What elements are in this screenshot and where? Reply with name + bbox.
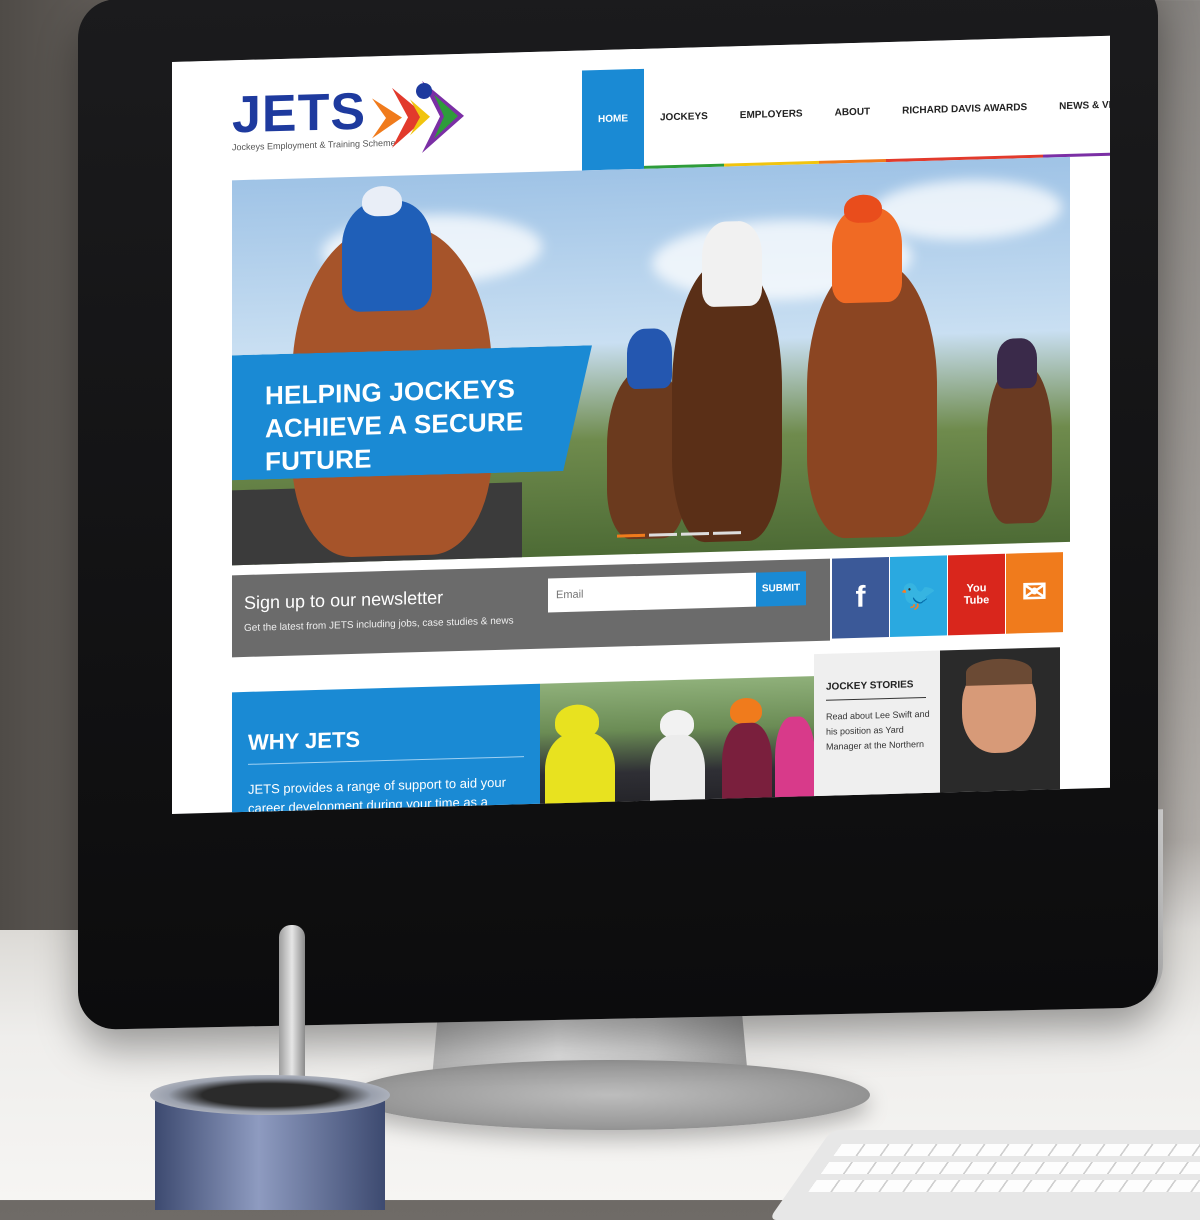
keyboard	[768, 1130, 1200, 1220]
hero-jockey	[342, 199, 432, 313]
nav-item-jockeys[interactable]: JOCKEYS	[644, 67, 724, 169]
jockeys-crowd-image[interactable]	[540, 676, 814, 814]
nav-item-richard-davis-awards[interactable]: RICHARD DAVIS AWARDS	[886, 58, 1044, 163]
facebook-icon: f	[855, 580, 866, 614]
slider-dot[interactable]	[649, 532, 677, 537]
nav-item-employers[interactable]: EMPLOYERS	[723, 64, 819, 167]
hero-jockey	[702, 220, 762, 308]
jockey-stories-panel[interactable]: JOCKEY STORIES Read about Lee Swift and …	[814, 650, 940, 814]
monitor-screen: JETS Jockeys Employment & Training Schem…	[172, 35, 1110, 814]
nav-item-label: HOME	[598, 113, 628, 126]
nav-item-label: ABOUT	[834, 106, 871, 119]
site-logo[interactable]: JETS	[232, 82, 366, 146]
monitor-stand-base	[350, 1060, 870, 1130]
crowd-jockey-helmet	[730, 697, 762, 725]
main-nav: HOME JOCKEYS EMPLOYERS ABOUT RICHARD DAVIS A…	[582, 52, 1110, 171]
newsletter-submit-button[interactable]: SUBMIT	[756, 571, 806, 607]
email-button[interactable]: ✉	[1006, 552, 1063, 634]
youtube-button[interactable]: You Tube	[948, 553, 1005, 636]
jockey-story-portrait[interactable]	[940, 647, 1060, 813]
nav-item-label: EMPLOYERS	[739, 108, 803, 122]
hero-jockey-helmet	[844, 194, 882, 224]
nav-item-label: RICHARD DAVIS AWARDS	[902, 102, 1028, 117]
keyboard-row	[820, 1162, 1200, 1174]
hero-slider: HELPING JOCKEYS ACHIEVE A SECURE FUTURE	[232, 156, 1070, 566]
nav-item-label: JOCKEYS	[660, 111, 708, 124]
keyboard-row	[833, 1144, 1200, 1156]
youtube-icon: You Tube	[963, 582, 990, 607]
newsletter-section: Sign up to our newsletter Get the latest…	[232, 558, 830, 658]
twitter-button[interactable]: 🐦	[890, 555, 947, 637]
why-jets-divider	[248, 756, 524, 765]
crowd-jockey	[545, 731, 615, 814]
hero-jockey	[997, 337, 1037, 389]
hero-banner: HELPING JOCKEYS ACHIEVE A SECURE FUTURE	[232, 345, 592, 480]
portrait-hair	[966, 657, 1032, 686]
nav-item-home[interactable]: HOME	[582, 68, 644, 171]
hero-jockey	[627, 328, 672, 390]
jets-logo-icon	[372, 81, 464, 154]
email-icon: ✉	[1021, 575, 1048, 610]
hero-jockey-helmet	[362, 185, 402, 217]
why-jets-title: WHY JETS	[248, 726, 361, 755]
newsletter-title: Sign up to our newsletter	[244, 587, 444, 613]
jockey-stories-title: JOCKEY STORIES	[826, 679, 914, 693]
jockey-stories-divider	[826, 696, 926, 701]
twitter-icon: 🐦	[899, 578, 938, 613]
pen-cup-rim	[150, 1075, 390, 1115]
hero-title: HELPING JOCKEYS ACHIEVE A SECURE FUTURE	[265, 373, 524, 477]
newsletter-email-input[interactable]	[548, 572, 756, 613]
nav-item-news-videos[interactable]: NEWS & VIDEOS	[1043, 55, 1110, 158]
keyboard-row	[808, 1180, 1200, 1192]
facebook-button[interactable]: f	[832, 556, 889, 639]
jockey-stories-text: Read about Lee Swift and his position as…	[826, 708, 930, 752]
newsletter-subtitle: Get the latest from JETS including jobs,…	[244, 615, 514, 634]
why-jets-panel: WHY JETS JETS provides a range of suppor…	[232, 683, 540, 814]
nav-item-label: NEWS & VIDEOS	[1059, 98, 1110, 113]
nav-item-about[interactable]: ABOUT	[818, 62, 887, 164]
